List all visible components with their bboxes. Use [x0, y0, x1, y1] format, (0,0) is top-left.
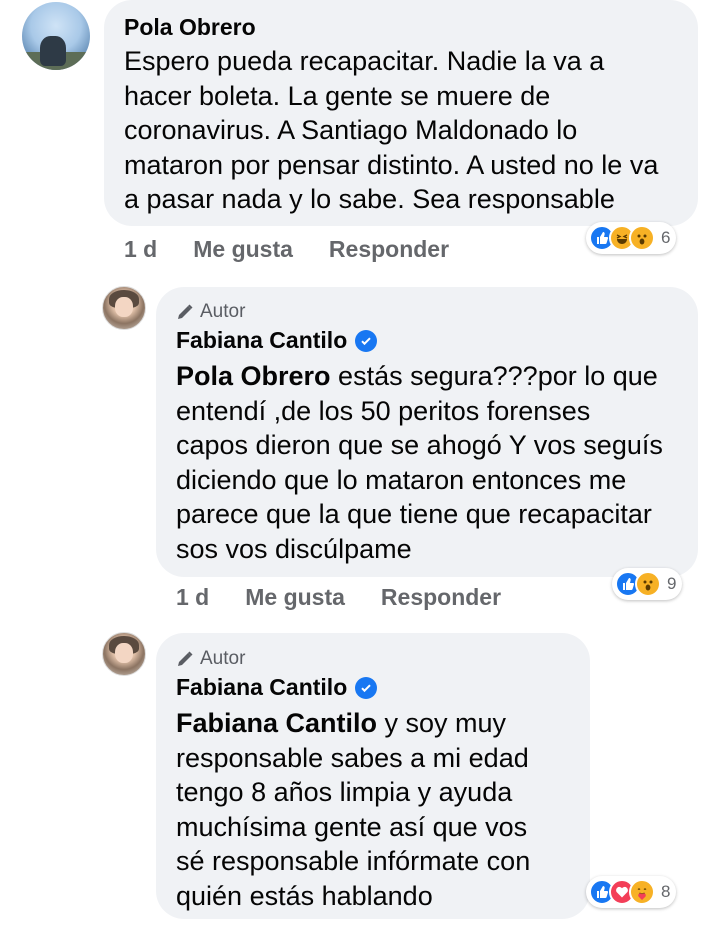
verified-badge-icon [355, 329, 378, 352]
reply-button-2[interactable]: Responder [381, 584, 501, 611]
reaction-count-3: 8 [661, 882, 671, 901]
avatar-face [115, 643, 133, 663]
comment-time-2[interactable]: 1 d [176, 584, 209, 611]
author-badge-3: Autor [176, 648, 245, 670]
comment-body-3: y soy muy responsable sabes a mi edad te… [176, 708, 531, 911]
comment-author-2[interactable]: Fabiana Cantilo [176, 327, 378, 354]
reaction-summary-3[interactable]: 8 [586, 876, 677, 908]
comment-actions-1: 1 d Me gusta Responder [124, 236, 485, 263]
pencil-icon [178, 651, 193, 666]
avatar-pola-obrero[interactable] [22, 2, 90, 70]
comment-body-2: estás segura???por lo que entendí ,de lo… [176, 361, 663, 564]
comment-author-name-3[interactable]: Fabiana Cantilo [176, 674, 347, 701]
comment-text-2: Pola Obrero estás segura???por lo que en… [176, 359, 663, 566]
avatar-fabiana-cantilo[interactable] [102, 286, 146, 330]
wow-reaction-icon [629, 225, 655, 251]
comment-text-1: Espero pueda recapacitar. Nadie la va a … [124, 46, 659, 214]
wow-reaction-icon [635, 571, 661, 597]
comment-time-1[interactable]: 1 d [124, 236, 157, 263]
reaction-summary-2[interactable]: 9 [612, 568, 683, 600]
comment-author-name-2[interactable]: Fabiana Cantilo [176, 327, 347, 354]
avatar-figure [40, 36, 66, 66]
verified-badge-icon [355, 676, 378, 699]
reaction-summary-1[interactable]: 6 [586, 222, 677, 254]
author-badge-label-3: Autor [200, 648, 246, 669]
comment-text-3: Fabiana Cantilo y soy muy responsable sa… [176, 706, 530, 913]
pencil-icon [178, 304, 193, 319]
author-badge-2: Autor [176, 301, 245, 323]
comment-author-1[interactable]: Pola Obrero [124, 14, 256, 41]
reaction-count-2: 9 [667, 574, 677, 593]
like-button-1[interactable]: Me gusta [193, 236, 293, 263]
comment-actions-2: 1 d Me gusta Responder [176, 584, 537, 611]
mention-2[interactable]: Pola Obrero [176, 361, 331, 391]
reaction-count-1: 6 [661, 228, 671, 247]
care-reaction-icon [629, 879, 655, 905]
avatar-face [115, 297, 133, 317]
mention-3[interactable]: Fabiana Cantilo [176, 708, 377, 738]
author-badge-label-2: Autor [200, 301, 246, 322]
like-button-2[interactable]: Me gusta [245, 584, 345, 611]
comment-author-3[interactable]: Fabiana Cantilo [176, 674, 378, 701]
reply-button-1[interactable]: Responder [329, 236, 449, 263]
avatar-fabiana-cantilo[interactable] [102, 632, 146, 676]
